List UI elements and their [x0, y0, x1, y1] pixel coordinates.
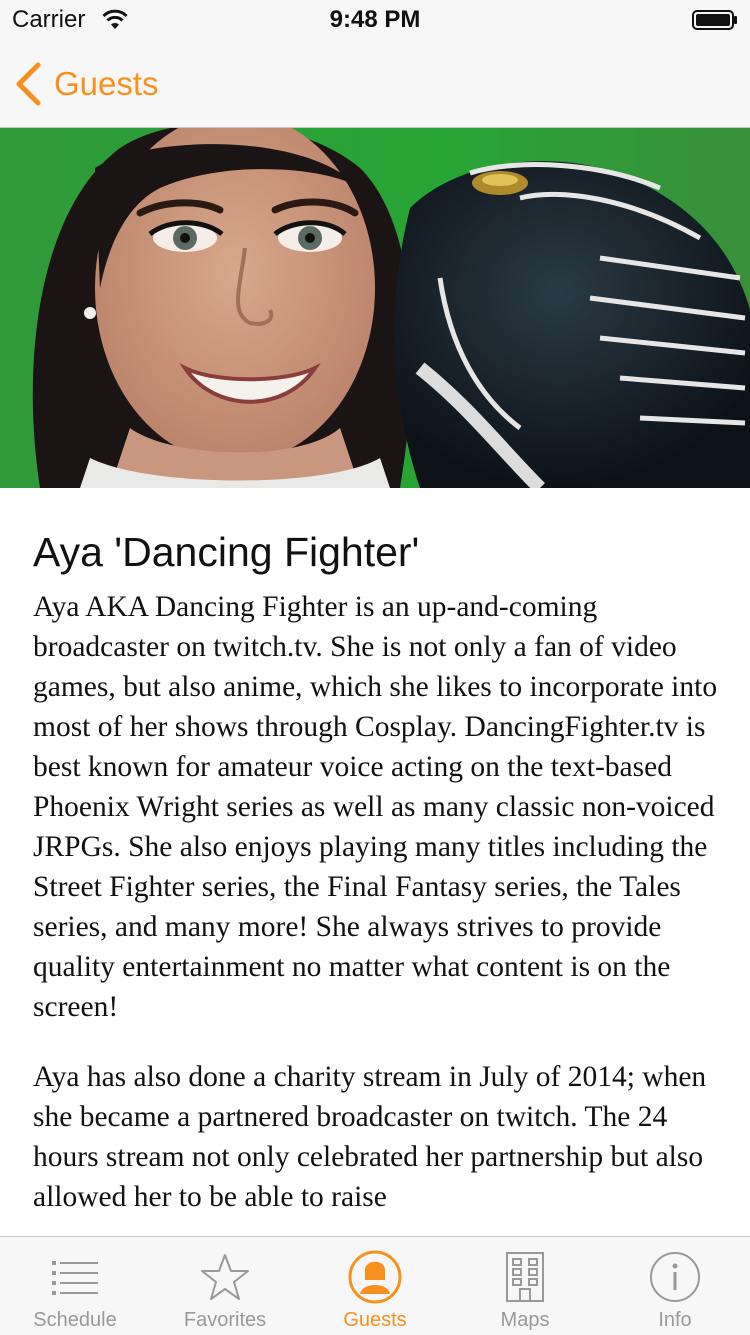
tab-guests[interactable]: Guests	[300, 1237, 450, 1335]
tab-bar: Schedule Favorites Guests Maps Info	[0, 1236, 750, 1335]
tab-info[interactable]: Info	[600, 1237, 750, 1335]
tab-favorites[interactable]: Favorites	[150, 1237, 300, 1335]
back-button[interactable]: Guests	[14, 60, 159, 108]
list-icon	[45, 1247, 105, 1307]
guest-bio: Aya AKA Dancing Fighter is an up-and-com…	[33, 587, 723, 1217]
bio-paragraph: Aya has also done a charity stream in Ju…	[33, 1061, 707, 1214]
tab-label: Schedule	[33, 1309, 117, 1331]
info-icon	[645, 1247, 705, 1307]
battery-icon	[692, 10, 737, 30]
tab-schedule[interactable]: Schedule	[0, 1237, 150, 1335]
person-icon	[345, 1247, 405, 1307]
guest-photo-illustration	[0, 128, 750, 488]
tab-label: Favorites	[183, 1309, 267, 1331]
status-bar: Carrier 9:48 PM	[0, 0, 750, 40]
building-icon	[495, 1247, 555, 1307]
guest-details: Aya 'Dancing Fighter' Aya AKA Dancing Fi…	[33, 520, 723, 1247]
tab-label: Guests	[343, 1309, 407, 1331]
chevron-left-icon	[16, 62, 41, 106]
bio-paragraph: Aya AKA Dancing Fighter is an up-and-com…	[33, 591, 718, 1024]
guest-photo	[0, 128, 750, 488]
tab-maps[interactable]: Maps	[450, 1237, 600, 1335]
tab-label: Maps	[500, 1309, 550, 1331]
star-icon	[195, 1247, 255, 1307]
tab-label: Info	[658, 1309, 692, 1331]
top-bar: Carrier 9:48 PM Guests	[0, 0, 750, 128]
back-button-label: Guests	[54, 65, 159, 102]
navigation-bar: Guests	[0, 40, 750, 128]
guest-name: Aya 'Dancing Fighter'	[33, 529, 420, 575]
clock: 9:48 PM	[329, 6, 421, 33]
